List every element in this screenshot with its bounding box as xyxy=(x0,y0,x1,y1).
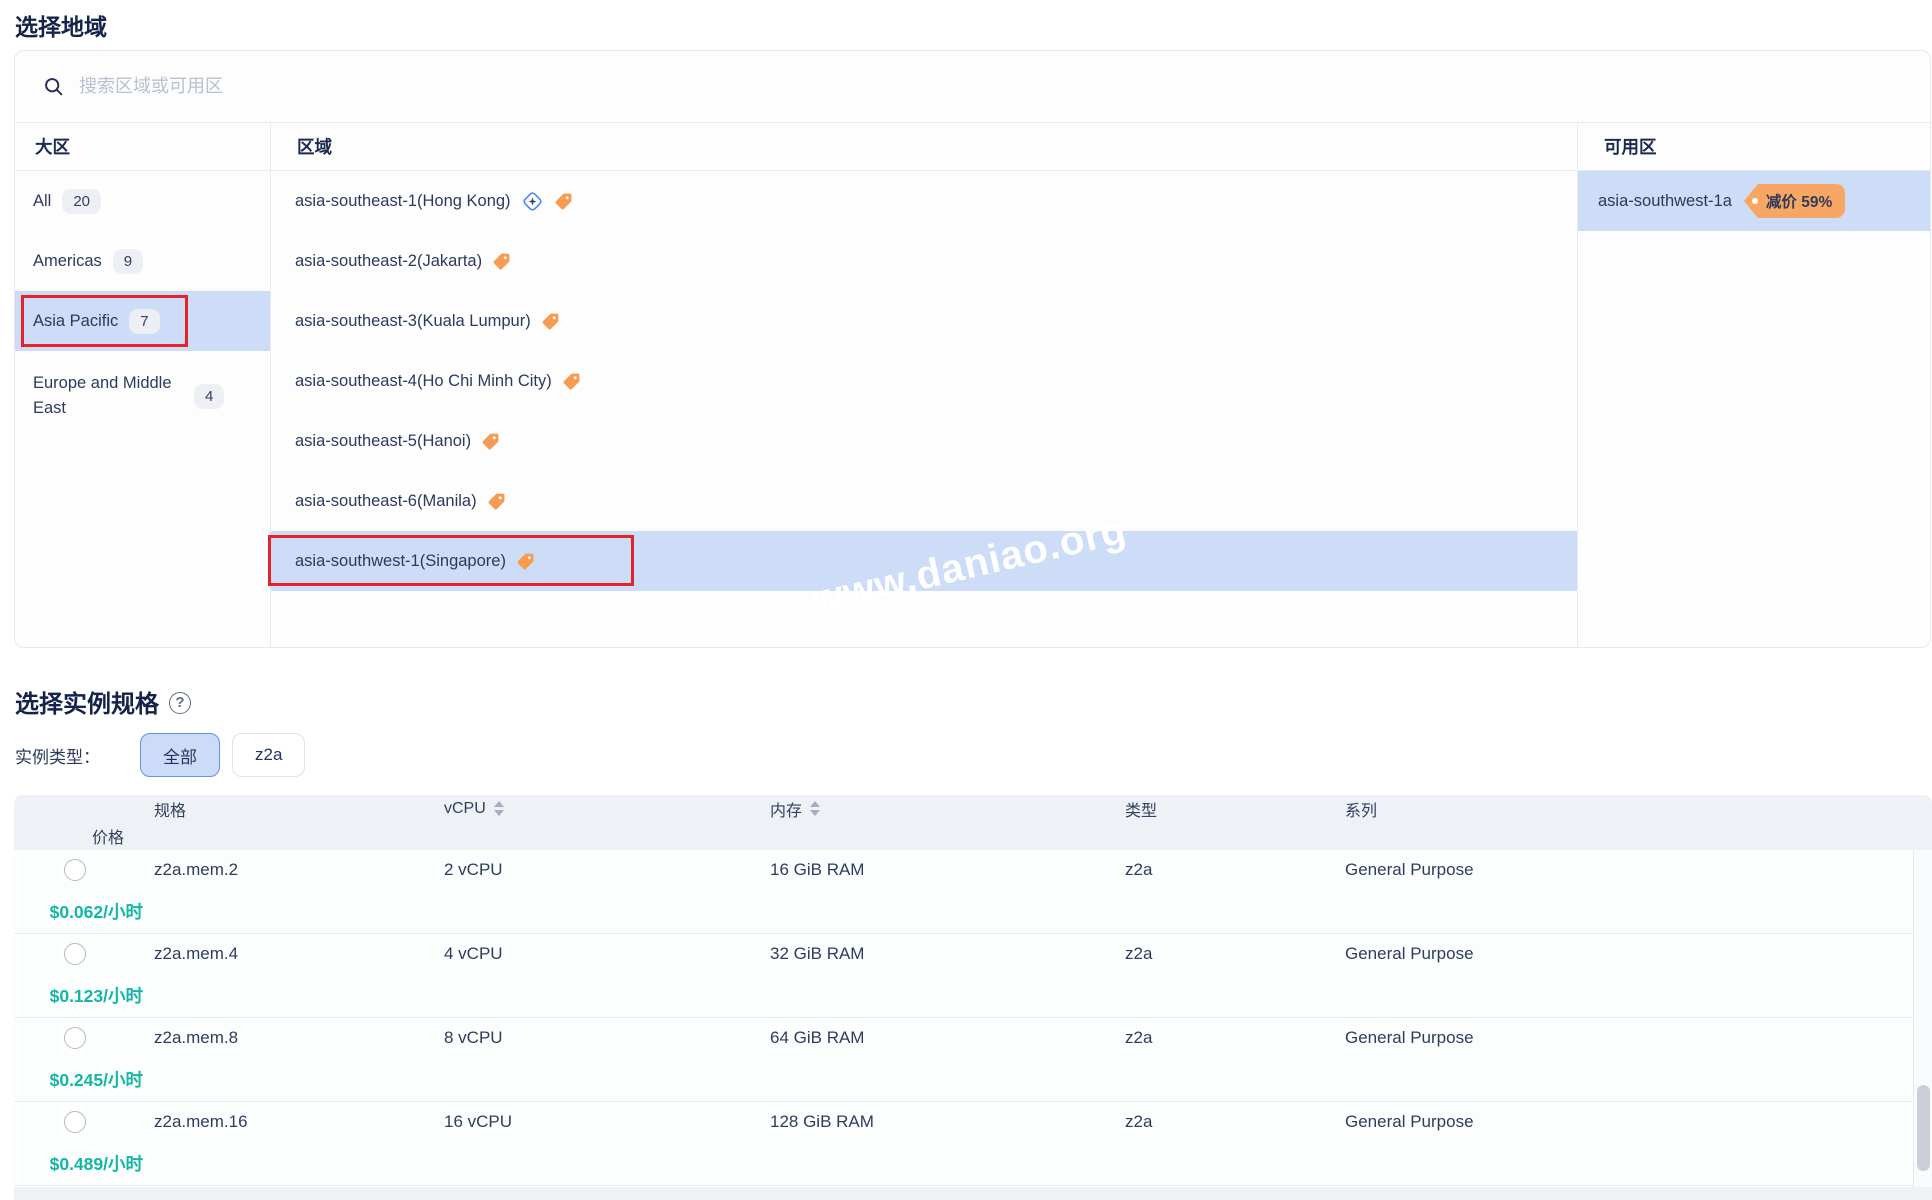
scrollbar-thumb[interactable] xyxy=(1917,1085,1930,1171)
cell-price: $0.245/小时 xyxy=(14,1067,154,1092)
region-item-hanoi[interactable]: asia-southeast-5(Hanoi) xyxy=(271,411,1577,471)
table-row-z2a-mem-8[interactable]: z2a.mem.8 8 vCPU 64 GiB RAM z2a General … xyxy=(14,1018,1913,1102)
major-region-header: 大区 xyxy=(15,123,270,171)
zone-column: 可用区 asia-southwest-1a 减价 59% xyxy=(1578,123,1930,647)
discount-tag-icon xyxy=(492,252,511,271)
spec-table: 规格 vCPU 内存 类型 系列 价格 z2a.mem.2 2 vCPU 16 … xyxy=(14,795,1932,1186)
page-title: 选择地域 xyxy=(15,8,107,42)
region-header: 区域 xyxy=(271,123,1577,171)
table-row-z2a-mem-2[interactable]: z2a.mem.2 2 vCPU 16 GiB RAM z2a General … xyxy=(14,850,1913,934)
major-region-item-all[interactable]: All 20 xyxy=(15,171,270,231)
row-radio[interactable] xyxy=(64,859,86,881)
sort-icon[interactable] xyxy=(494,801,504,816)
discount-tag-icon xyxy=(487,492,506,511)
search-icon xyxy=(43,76,64,97)
table-row-z2a-mem-4[interactable]: z2a.mem.4 4 vCPU 32 GiB RAM z2a General … xyxy=(14,934,1913,1018)
cell-price: $0.062/小时 xyxy=(14,899,154,924)
cell-vcpu: 2 vCPU xyxy=(444,860,770,880)
instance-type-filter: 实例类型： 全部 z2a xyxy=(15,733,305,777)
discount-tag-icon xyxy=(541,312,560,331)
cell-vcpu: 8 vCPU xyxy=(444,1028,770,1048)
major-region-item-asia-pacific[interactable]: Asia Pacific 7 xyxy=(15,291,270,351)
major-region-item-europe-middle-east[interactable]: Europe and Middle East 4 xyxy=(15,351,270,441)
cell-memory: 16 GiB RAM xyxy=(770,860,1125,880)
count-badge: 7 xyxy=(129,309,159,334)
spec-section-title: 选择实例规格 xyxy=(15,684,159,719)
cell-vcpu: 16 vCPU xyxy=(444,1112,770,1132)
header-vcpu[interactable]: vCPU xyxy=(444,800,770,818)
discount-badge: 减价 59% xyxy=(1744,184,1845,218)
header-memory[interactable]: 内存 xyxy=(770,797,1125,821)
row-radio[interactable] xyxy=(64,943,86,965)
zone-item-asia-southwest-1a[interactable]: asia-southwest-1a 减价 59% xyxy=(1578,171,1930,231)
type-filter-z2a-button[interactable]: z2a xyxy=(232,733,305,777)
cell-memory: 64 GiB RAM xyxy=(770,1028,1125,1048)
cell-series: General Purpose xyxy=(1345,860,1913,880)
cell-spec: z2a.mem.16 xyxy=(154,1112,444,1132)
region-item-ho-chi-minh-city[interactable]: asia-southeast-4(Ho Chi Minh City) xyxy=(271,351,1577,411)
spec-table-header: 规格 vCPU 内存 类型 系列 价格 xyxy=(14,795,1932,850)
region-column: 区域 asia-southeast-1(Hong Kong) asia-sout… xyxy=(271,123,1578,647)
cell-memory: 128 GiB RAM xyxy=(770,1112,1125,1132)
cell-type: z2a xyxy=(1125,860,1345,880)
cell-spec: z2a.mem.8 xyxy=(154,1028,444,1048)
region-item-jakarta[interactable]: asia-southeast-2(Jakarta) xyxy=(271,231,1577,291)
search-bar xyxy=(15,51,1930,123)
cell-type: z2a xyxy=(1125,1028,1345,1048)
header-series: 系列 xyxy=(1345,797,1932,821)
region-columns: 大区 All 20 Americas 9 Asia Pacific 7 Euro… xyxy=(15,123,1930,647)
sort-icon[interactable] xyxy=(810,801,820,816)
cell-price: $0.489/小时 xyxy=(14,1151,154,1176)
discount-tag-icon xyxy=(562,372,581,391)
count-badge: 20 xyxy=(62,189,101,214)
major-region-item-americas[interactable]: Americas 9 xyxy=(15,231,270,291)
header-price: 价格 xyxy=(14,824,154,848)
discount-tag-icon xyxy=(516,552,535,571)
cell-series: General Purpose xyxy=(1345,944,1913,964)
discount-tag-icon xyxy=(481,432,500,451)
type-filter-all-button[interactable]: 全部 xyxy=(140,733,220,777)
cell-memory: 32 GiB RAM xyxy=(770,944,1125,964)
cell-spec: z2a.mem.4 xyxy=(154,944,444,964)
table-row-z2a-mem-16[interactable]: z2a.mem.16 16 vCPU 128 GiB RAM z2a Gener… xyxy=(14,1102,1913,1186)
discount-tag-icon xyxy=(554,192,573,211)
cell-spec: z2a.mem.2 xyxy=(154,860,444,880)
row-radio[interactable] xyxy=(64,1027,86,1049)
count-badge: 4 xyxy=(194,384,224,409)
cell-price: $0.123/小时 xyxy=(14,983,154,1008)
premium-diamond-icon xyxy=(521,190,544,213)
spec-section-header: 选择实例规格 ? xyxy=(15,684,191,719)
header-type: 类型 xyxy=(1125,797,1345,821)
instance-type-label: 实例类型： xyxy=(15,743,100,768)
cell-series: General Purpose xyxy=(1345,1028,1913,1048)
region-item-singapore[interactable]: asia-southwest-1(Singapore) xyxy=(271,531,1577,591)
table-bottom-strip xyxy=(14,1187,1932,1200)
count-badge: 9 xyxy=(113,249,143,274)
region-item-manila[interactable]: asia-southeast-6(Manila) xyxy=(271,471,1577,531)
region-item-hong-kong[interactable]: asia-southeast-1(Hong Kong) xyxy=(271,171,1577,231)
region-item-kuala-lumpur[interactable]: asia-southeast-3(Kuala Lumpur) xyxy=(271,291,1577,351)
major-region-column: 大区 All 20 Americas 9 Asia Pacific 7 Euro… xyxy=(15,123,271,647)
search-input[interactable] xyxy=(79,76,1902,97)
cell-type: z2a xyxy=(1125,944,1345,964)
cell-type: z2a xyxy=(1125,1112,1345,1132)
cell-series: General Purpose xyxy=(1345,1112,1913,1132)
row-radio[interactable] xyxy=(64,1111,86,1133)
cell-vcpu: 4 vCPU xyxy=(444,944,770,964)
zone-header: 可用区 xyxy=(1578,123,1930,171)
help-icon[interactable]: ? xyxy=(169,692,191,714)
region-picker-card: 大区 All 20 Americas 9 Asia Pacific 7 Euro… xyxy=(14,50,1931,648)
header-spec: 规格 xyxy=(154,797,444,821)
